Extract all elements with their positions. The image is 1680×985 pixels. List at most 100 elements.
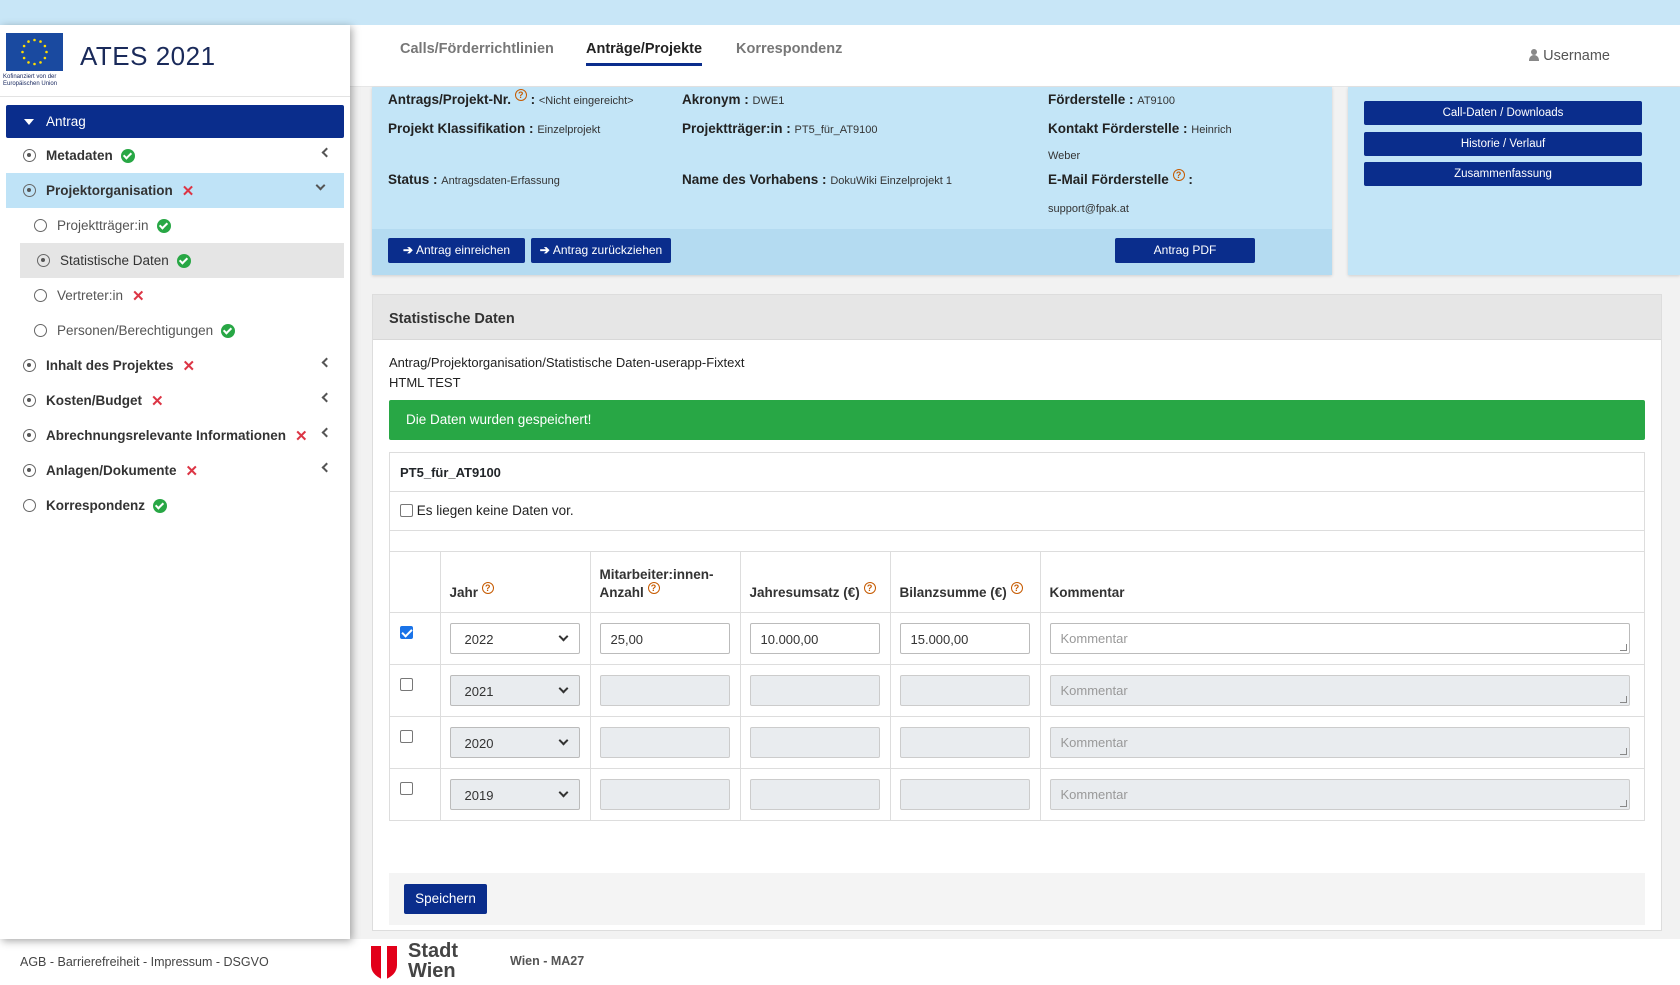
umsatz-input[interactable] [749,674,880,706]
help-icon[interactable]: ? [863,581,876,594]
check-circle-icon [221,323,236,338]
chevron-left-icon [321,392,332,403]
bilanz-input[interactable] [899,778,1030,810]
kommentar-textarea[interactable]: Kommentar [1049,622,1630,654]
sidebar-item-korrespondenz[interactable]: Korrespondenz [0,488,350,523]
sidebar-item-projekttraeger[interactable]: Projektträger:in [0,208,350,243]
check-circle-icon [156,218,171,233]
sidebar-item-metadaten[interactable]: Metadaten [0,138,350,173]
sidebar-nav: Antrag Metadaten Projektorganisation ✕ P… [0,97,350,523]
call-daten-button[interactable]: Call-Daten / Downloads [1364,101,1642,125]
sidebar-item-projektorganisation[interactable]: Projektorganisation ✕ [6,173,344,208]
sidebar-item-antrag[interactable]: Antrag [6,105,344,138]
action-bar: ➔ Antrag einreichen ➔ Antrag zurückziehen … [372,229,1332,275]
help-icon[interactable]: ? [514,89,527,101]
sidebar-item-personen[interactable]: Personen/Berechtigungen [0,313,350,348]
antrag-einreichen-button[interactable]: ➔ Antrag einreichen [388,238,525,263]
table-row: 2021 Kommentar [390,664,1644,717]
radio-icon [34,324,47,337]
radio-icon [34,289,47,302]
zusammenfassung-button[interactable]: Zusammenfassung [1364,162,1642,186]
sidebar-item-label: Inhalt des Projektes [46,358,174,373]
footer: AGB - Barrierefreiheit - Impressum - DSG… [0,939,1680,985]
sidebar-item-label: Korrespondenz [46,498,146,513]
success-alert: Die Daten wurden gespeichert! [389,400,1645,440]
tab-antraege[interactable]: Anträge/Projekte [586,41,703,66]
mitarbeiter-input[interactable] [599,674,730,706]
mitarbeiter-input[interactable]: 25,00 [599,622,730,654]
user-menu[interactable]: Username [1529,48,1610,64]
sidebar-item-kosten[interactable]: Kosten/Budget ✕ [0,383,350,418]
help-icon[interactable]: ? [481,581,494,594]
table-row: 2022 25,00 10.000,00 15.000,00 Kommentar [390,612,1644,665]
jahr-select[interactable]: 2022 [449,622,580,654]
tab-korrespondenz[interactable]: Korrespondenz [736,41,842,63]
sidebar-item-abrechnung[interactable]: Abrechnungsrelevante Informationen ✕ [0,418,350,453]
status-field: Status : Antragsdaten-Erfassung [388,172,560,187]
mitarbeiter-input[interactable] [599,778,730,810]
statistics-table-box: PT5_für_AT9100 Es liegen keine Daten vor… [389,452,1645,821]
mitarbeiter-input[interactable] [599,726,730,758]
kommentar-textarea[interactable]: Kommentar [1049,674,1630,706]
statistische-daten-card: Statistische Daten Antrag/Projektorganis… [372,294,1662,931]
kommentar-textarea[interactable]: Kommentar [1049,778,1630,810]
jahr-select[interactable]: 2020 [449,726,580,758]
radio-dot-icon [37,254,50,267]
save-button[interactable]: Speichern [404,884,487,914]
radio-icon [23,499,36,512]
col-jahr: Jahr ? [440,552,591,613]
error-x-icon: ✕ [132,287,145,305]
help-icon[interactable]: ? [1172,169,1185,181]
jahr-select[interactable]: 2021 [449,674,580,706]
historie-button[interactable]: Historie / Verlauf [1364,132,1642,156]
sidebar-item-vertreter[interactable]: Vertreter:in ✕ [0,278,350,313]
antrag-zurueckziehen-button[interactable]: ➔ Antrag zurückziehen [531,238,671,263]
foerderstelle-field: Förderstelle : AT9100 [1048,92,1176,107]
application-info-panel: Antrags/Projekt-Nr. ? : <Nicht eingereic… [372,87,1332,275]
sidebar-item-anlagen[interactable]: Anlagen/Dokumente ✕ [0,453,350,488]
help-icon[interactable]: ? [1010,581,1023,594]
footer-links[interactable]: AGB - Barrierefreiheit - Impressum - DSG… [20,955,269,969]
error-x-icon: ✕ [182,357,196,375]
tab-calls[interactable]: Calls/Förderrichtlinien [400,41,554,63]
umsatz-input[interactable]: 10.000,00 [749,622,880,654]
check-circle-icon [153,498,168,513]
radio-dot-icon [23,464,36,477]
chevron-left-icon [321,357,332,368]
col-bilanz: Bilanzsumme (€) ? [890,552,1041,613]
bilanz-input[interactable] [899,726,1030,758]
table-row: 2019 Kommentar [390,768,1644,820]
chevron-down-icon [315,180,326,191]
antrag-pdf-button[interactable]: Antrag PDF [1115,238,1255,263]
help-icon[interactable]: ? [647,581,660,594]
footer-ma: Wien - MA27 [510,954,585,968]
chevron-left-icon [321,147,332,158]
kommentar-textarea[interactable]: Kommentar [1049,726,1630,758]
top-nav: Calls/Förderrichtlinien Anträge/Projekte… [350,25,1680,87]
no-data-option[interactable]: Es liegen keine Daten vor. [390,492,1644,531]
section-title: Statistische Daten [373,295,1661,340]
row-checkbox[interactable] [400,677,413,691]
error-x-icon: ✕ [151,392,164,410]
quick-links-panel: Call-Daten / Downloads Historie / Verlau… [1348,87,1680,275]
radio-dot-icon [23,149,36,162]
sidebar-item-statistische-daten[interactable]: Statistische Daten [20,243,344,278]
row-checkbox[interactable] [400,625,413,639]
sidebar-item-label: Kosten/Budget [46,393,142,408]
fixtext: Antrag/Projektorganisation/Statistische … [389,353,745,393]
row-checkbox[interactable] [400,729,413,743]
sidebar-item-inhalt[interactable]: Inhalt des Projektes ✕ [0,348,350,383]
no-data-checkbox[interactable] [400,504,413,517]
row-checkbox[interactable] [400,781,413,795]
umsatz-input[interactable] [749,726,880,758]
umsatz-input[interactable] [749,778,880,810]
chevron-left-icon [321,427,332,438]
fixtext-line: HTML TEST [389,375,461,390]
bilanz-input[interactable] [899,674,1030,706]
bilanz-input[interactable]: 15.000,00 [899,622,1030,654]
caret-down-icon [24,118,34,125]
col-kommentar: Kommentar [1040,552,1644,613]
eu-flag-logo [6,33,63,71]
jahr-select[interactable]: 2019 [449,778,580,810]
sidebar-item-label: Vertreter:in [57,288,124,303]
